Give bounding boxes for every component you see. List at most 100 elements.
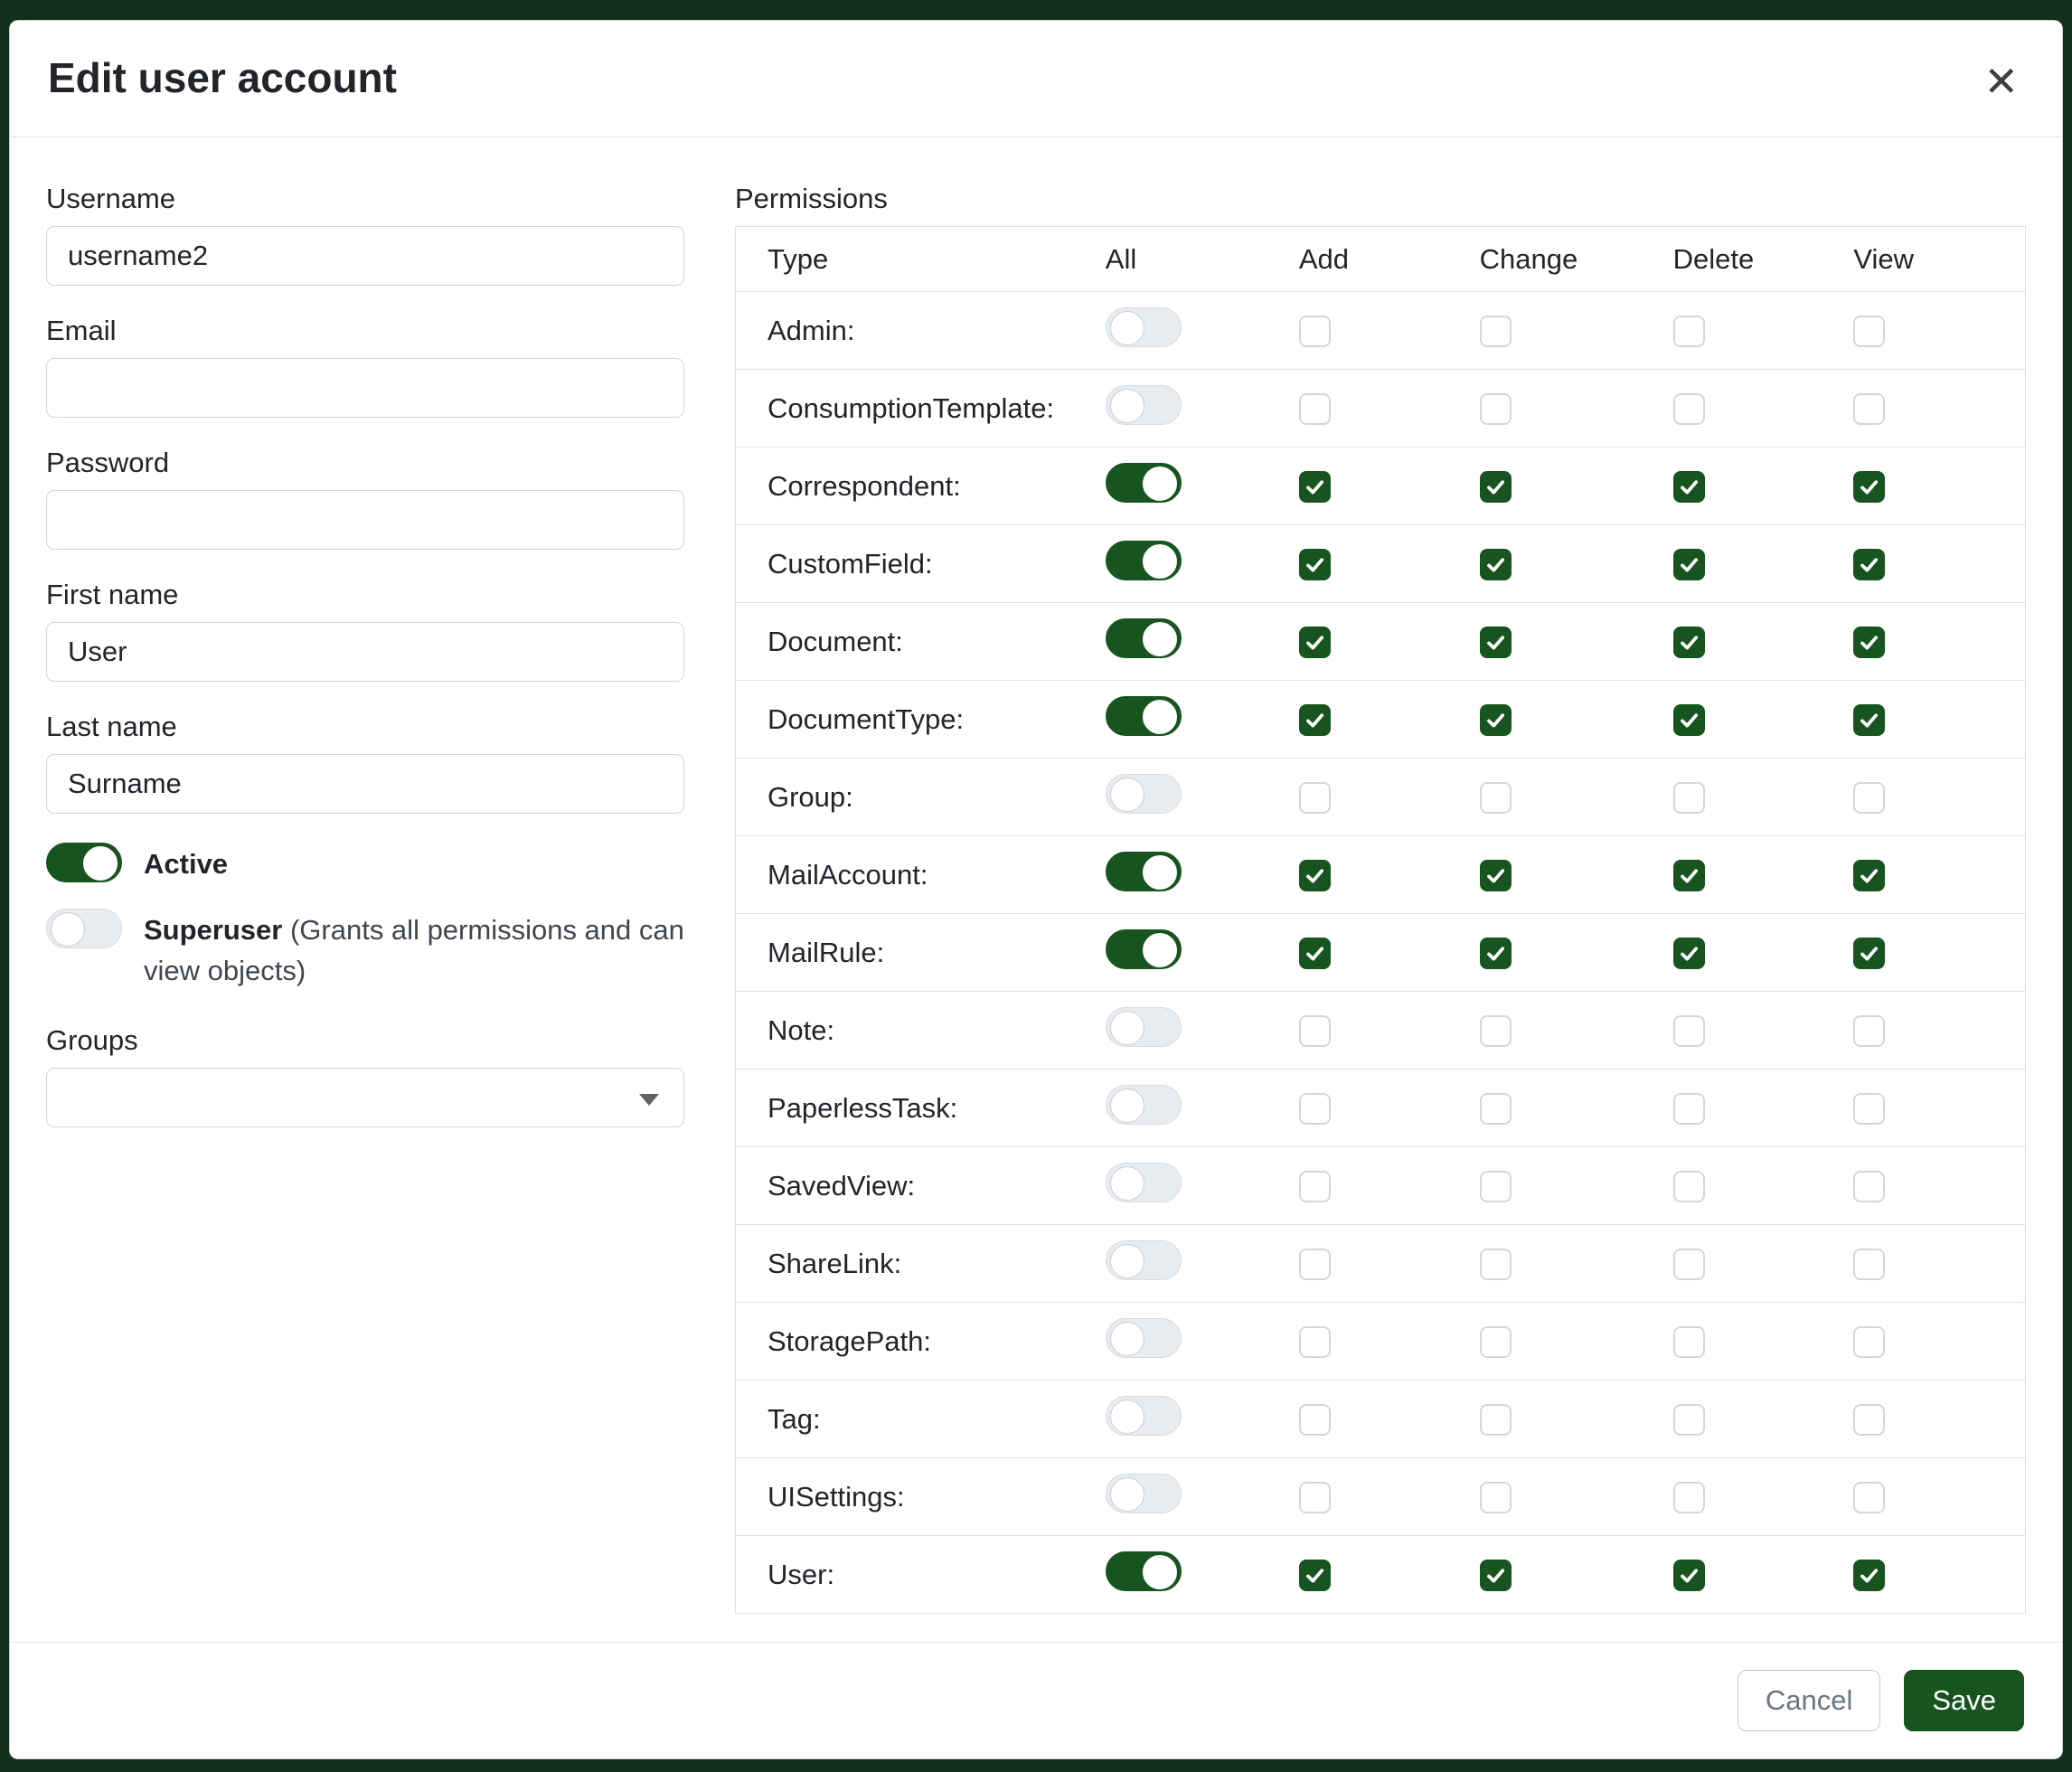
permission-change-checkbox[interactable]	[1480, 1560, 1512, 1591]
permission-view-checkbox[interactable]	[1853, 1015, 1885, 1047]
groups-select[interactable]	[46, 1068, 684, 1127]
permission-add-checkbox[interactable]	[1299, 1326, 1331, 1358]
permission-add-checkbox[interactable]	[1299, 860, 1331, 891]
permission-delete-checkbox[interactable]	[1673, 1560, 1705, 1591]
first-name-input[interactable]	[46, 622, 684, 682]
permission-add-checkbox[interactable]	[1299, 782, 1331, 814]
permission-all-toggle[interactable]	[1106, 385, 1182, 425]
permission-view-checkbox[interactable]	[1853, 938, 1885, 969]
permission-add-checkbox[interactable]	[1299, 938, 1331, 969]
permission-change-checkbox[interactable]	[1480, 1093, 1512, 1125]
permission-delete-checkbox[interactable]	[1673, 1404, 1705, 1436]
permission-view-checkbox[interactable]	[1853, 316, 1885, 347]
permission-delete-checkbox[interactable]	[1673, 549, 1705, 580]
permission-view-checkbox[interactable]	[1853, 782, 1885, 814]
permission-add-checkbox[interactable]	[1299, 393, 1331, 425]
permission-change-checkbox[interactable]	[1480, 1482, 1512, 1513]
superuser-toggle[interactable]	[46, 909, 122, 948]
permission-add-checkbox[interactable]	[1299, 1171, 1331, 1202]
permission-all-toggle[interactable]	[1106, 696, 1182, 736]
permission-all-toggle[interactable]	[1106, 541, 1182, 580]
permission-add-checkbox[interactable]	[1299, 627, 1331, 658]
permission-add-checkbox[interactable]	[1299, 1093, 1331, 1125]
permission-delete-checkbox[interactable]	[1673, 1482, 1705, 1513]
permission-delete-checkbox[interactable]	[1673, 1171, 1705, 1202]
permission-change-checkbox[interactable]	[1480, 471, 1512, 503]
permission-view-checkbox[interactable]	[1853, 1093, 1885, 1125]
permission-all-toggle[interactable]	[1106, 618, 1182, 658]
permission-type-label: ShareLink:	[736, 1225, 1084, 1303]
active-toggle[interactable]	[46, 843, 122, 882]
permission-view-checkbox[interactable]	[1853, 471, 1885, 503]
permission-view-checkbox[interactable]	[1853, 1171, 1885, 1202]
permission-add-checkbox[interactable]	[1299, 1015, 1331, 1047]
permission-change-checkbox[interactable]	[1480, 1404, 1512, 1436]
permission-view-checkbox[interactable]	[1853, 1326, 1885, 1358]
permission-add-checkbox[interactable]	[1299, 549, 1331, 580]
permission-delete-checkbox[interactable]	[1673, 393, 1705, 425]
permission-view-checkbox[interactable]	[1853, 1560, 1885, 1591]
permission-view-checkbox[interactable]	[1853, 1482, 1885, 1513]
cancel-button[interactable]: Cancel	[1738, 1670, 1881, 1731]
permission-view-checkbox[interactable]	[1853, 704, 1885, 736]
permission-add-checkbox[interactable]	[1299, 704, 1331, 736]
permission-all-toggle[interactable]	[1106, 852, 1182, 891]
permission-view-checkbox[interactable]	[1853, 393, 1885, 425]
save-button[interactable]: Save	[1904, 1670, 2024, 1731]
permission-all-toggle[interactable]	[1106, 1318, 1182, 1358]
permission-all-toggle[interactable]	[1106, 1085, 1182, 1125]
permission-change-checkbox[interactable]	[1480, 316, 1512, 347]
permission-add-checkbox[interactable]	[1299, 1560, 1331, 1591]
permission-change-checkbox[interactable]	[1480, 1171, 1512, 1202]
last-name-input[interactable]	[46, 754, 684, 814]
permission-delete-checkbox[interactable]	[1673, 860, 1705, 891]
dialog-title: Edit user account	[48, 53, 397, 102]
permission-change-checkbox[interactable]	[1480, 393, 1512, 425]
permission-delete-checkbox[interactable]	[1673, 471, 1705, 503]
permission-change-checkbox[interactable]	[1480, 782, 1512, 814]
permission-all-toggle[interactable]	[1106, 1163, 1182, 1202]
permission-view-checkbox[interactable]	[1853, 549, 1885, 580]
permission-delete-checkbox[interactable]	[1673, 1093, 1705, 1125]
permission-view-checkbox[interactable]	[1853, 627, 1885, 658]
permission-all-toggle[interactable]	[1106, 463, 1182, 503]
permission-add-checkbox[interactable]	[1299, 1404, 1331, 1436]
permission-change-checkbox[interactable]	[1480, 1326, 1512, 1358]
permission-all-toggle[interactable]	[1106, 1240, 1182, 1280]
permission-change-checkbox[interactable]	[1480, 860, 1512, 891]
permission-change-checkbox[interactable]	[1480, 938, 1512, 969]
permission-delete-checkbox[interactable]	[1673, 1015, 1705, 1047]
close-button[interactable]: ✕	[1980, 53, 2022, 109]
permission-delete-checkbox[interactable]	[1673, 704, 1705, 736]
permission-view-checkbox[interactable]	[1853, 1249, 1885, 1280]
permission-add-checkbox[interactable]	[1299, 1482, 1331, 1513]
permission-all-toggle[interactable]	[1106, 929, 1182, 969]
permission-change-checkbox[interactable]	[1480, 627, 1512, 658]
permission-all-toggle[interactable]	[1106, 1007, 1182, 1047]
permission-change-checkbox[interactable]	[1480, 704, 1512, 736]
permission-delete-checkbox[interactable]	[1673, 627, 1705, 658]
permission-delete-checkbox[interactable]	[1673, 316, 1705, 347]
permission-all-toggle[interactable]	[1106, 307, 1182, 347]
permission-type-label: User:	[736, 1536, 1084, 1614]
permission-add-checkbox[interactable]	[1299, 316, 1331, 347]
permission-add-checkbox[interactable]	[1299, 471, 1331, 503]
permission-change-checkbox[interactable]	[1480, 1015, 1512, 1047]
permission-view-checkbox[interactable]	[1853, 860, 1885, 891]
permission-add-checkbox[interactable]	[1299, 1249, 1331, 1280]
permission-view-checkbox[interactable]	[1853, 1404, 1885, 1436]
permission-all-toggle[interactable]	[1106, 1474, 1182, 1513]
permission-delete-checkbox[interactable]	[1673, 938, 1705, 969]
password-input[interactable]	[46, 490, 684, 550]
permission-delete-checkbox[interactable]	[1673, 1326, 1705, 1358]
permission-change-checkbox[interactable]	[1480, 549, 1512, 580]
permissions-table: TypeAllAddChangeDeleteView Admin:Consump…	[735, 226, 2026, 1614]
permission-delete-checkbox[interactable]	[1673, 1249, 1705, 1280]
email-input[interactable]	[46, 358, 684, 418]
permission-delete-checkbox[interactable]	[1673, 782, 1705, 814]
permission-change-checkbox[interactable]	[1480, 1249, 1512, 1280]
permission-all-toggle[interactable]	[1106, 1396, 1182, 1436]
username-input[interactable]	[46, 226, 684, 286]
permission-all-toggle[interactable]	[1106, 1551, 1182, 1591]
permission-all-toggle[interactable]	[1106, 774, 1182, 814]
